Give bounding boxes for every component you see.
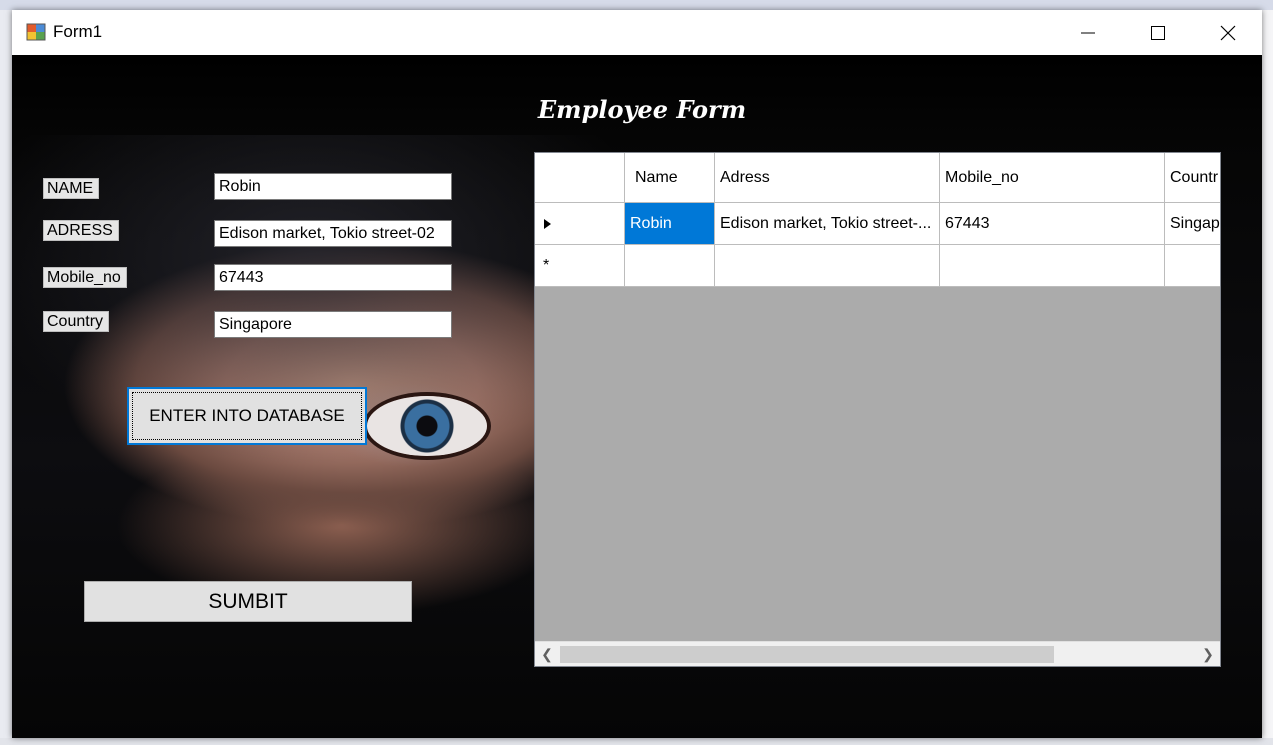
country-field[interactable] <box>214 311 452 338</box>
submit-label: SUMBIT <box>208 589 288 613</box>
mobile-no-field[interactable] <box>214 264 452 291</box>
window-title: Form1 <box>53 22 103 41</box>
cell-mobile-no[interactable]: 67443 <box>940 203 1165 245</box>
new-table-row[interactable]: * <box>535 245 1220 287</box>
employee-data-grid[interactable]: Name Adress Mobile_no Countr Robin Ediso… <box>534 152 1221 667</box>
new-cell-adress[interactable] <box>715 245 940 287</box>
cell-country[interactable]: Singap <box>1165 203 1220 245</box>
grid-header-row: Name Adress Mobile_no Countr <box>535 153 1220 203</box>
enter-into-database-label: ENTER INTO DATABASE <box>149 406 345 425</box>
form-client-area: Employee Form NAME ADRESS Mobile_no Coun… <box>12 55 1262 738</box>
cell-name[interactable]: Robin <box>625 203 715 245</box>
cell-adress[interactable]: Edison market, Tokio street-... <box>715 203 940 245</box>
submit-button[interactable]: SUMBIT <box>84 581 412 622</box>
name-label: NAME <box>43 178 100 199</box>
country-label: Country <box>43 311 110 332</box>
ide-toolbar-background <box>0 0 1273 10</box>
ide-left-background <box>0 10 12 745</box>
scrollbar-thumb[interactable] <box>560 646 1054 663</box>
new-row-header[interactable]: * <box>535 245 625 287</box>
title-bar[interactable]: Form1 <box>12 10 1262 55</box>
column-header-mobile-no[interactable]: Mobile_no <box>940 153 1165 203</box>
row-header[interactable] <box>535 203 625 245</box>
minimize-icon <box>1081 32 1095 33</box>
grid-corner-header[interactable] <box>535 153 625 203</box>
column-header-adress[interactable]: Adress <box>715 153 940 203</box>
horizontal-scrollbar[interactable]: ❮ ❯ <box>535 641 1220 666</box>
form-heading: Employee Form <box>537 95 747 124</box>
enter-into-database-button[interactable]: ENTER INTO DATABASE <box>127 387 367 445</box>
ide-bottom-background <box>0 738 1273 745</box>
close-button[interactable] <box>1193 10 1263 55</box>
new-cell-country[interactable] <box>1165 245 1220 287</box>
column-header-name[interactable]: Name <box>625 153 715 203</box>
adress-label: ADRESS <box>43 220 119 241</box>
new-cell-mobile-no[interactable] <box>940 245 1165 287</box>
adress-field[interactable] <box>214 220 452 247</box>
close-icon <box>1220 25 1236 40</box>
scroll-left-icon[interactable]: ❮ <box>538 645 556 663</box>
triangle-right-icon <box>544 218 551 229</box>
ide-right-background <box>1262 10 1273 745</box>
table-row[interactable]: Robin Edison market, Tokio street-... 67… <box>535 203 1220 245</box>
new-row-marker: * <box>543 256 550 274</box>
column-header-country[interactable]: Countr <box>1165 153 1220 203</box>
maximize-icon <box>1151 25 1165 40</box>
new-cell-name[interactable] <box>625 245 715 287</box>
name-field[interactable] <box>214 173 452 200</box>
mobile-no-label: Mobile_no <box>43 267 127 288</box>
maximize-button[interactable] <box>1123 10 1193 55</box>
form-icon <box>26 23 46 41</box>
background-eye-image <box>367 396 487 456</box>
form1-window: Form1 Employee Form NAME ADRESS Mobile_n… <box>12 10 1262 738</box>
scroll-right-icon[interactable]: ❯ <box>1199 645 1217 663</box>
minimize-button[interactable] <box>1053 10 1123 55</box>
